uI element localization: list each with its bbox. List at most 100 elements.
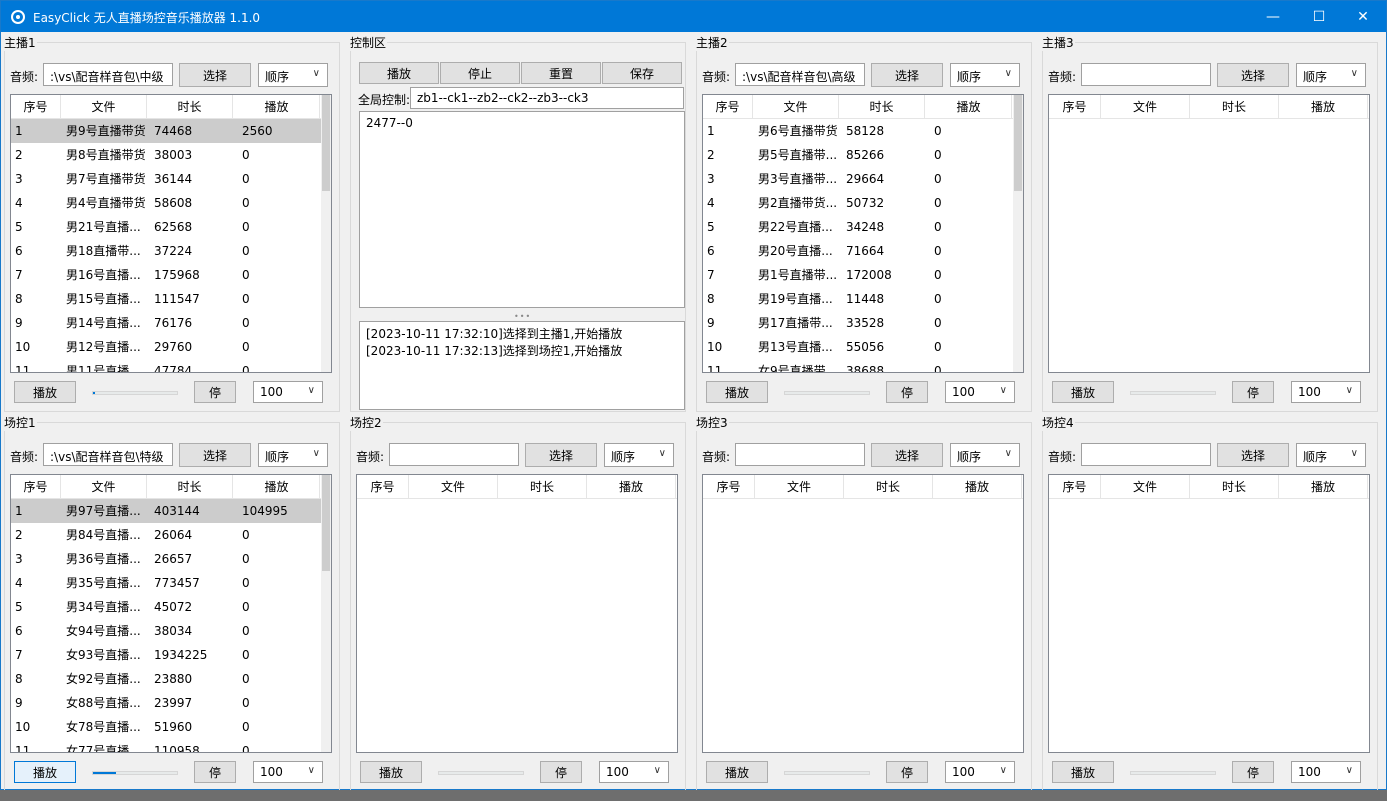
select-button[interactable]: 选择: [1217, 63, 1289, 87]
progress-slider[interactable]: [1130, 771, 1216, 775]
table-row[interactable]: 3 男3号直播带... 29664 0: [703, 167, 1013, 191]
audio-path-field[interactable]: [1081, 63, 1211, 86]
progress-slider[interactable]: [92, 771, 178, 775]
volume-dropdown[interactable]: 100 ∨: [253, 381, 323, 403]
header-play[interactable]: 播放: [933, 475, 1022, 499]
close-button[interactable]: ✕: [1340, 1, 1386, 32]
header-index[interactable]: 序号: [703, 95, 753, 119]
header-duration[interactable]: 时长: [1190, 95, 1279, 119]
order-dropdown[interactable]: 顺序 ∨: [604, 443, 674, 467]
table-row[interactable]: 11 女9号直播带... 38688 0: [703, 359, 1013, 372]
scrollbar-thumb[interactable]: [322, 475, 330, 571]
log-textarea[interactable]: [2023-10-11 17:32:10]选择到主播1,开始播放 [2023-10…: [359, 321, 685, 410]
table-row[interactable]: 1 男97号直播... 403144 104995: [11, 499, 321, 523]
play-button[interactable]: 播放: [14, 761, 76, 783]
select-button[interactable]: 选择: [1217, 443, 1289, 467]
volume-dropdown[interactable]: 100 ∨: [945, 761, 1015, 783]
table-row[interactable]: 7 女93号直播... 1934225 0: [11, 643, 321, 667]
table-row[interactable]: 8 女92号直播... 23880 0: [11, 667, 321, 691]
volume-dropdown[interactable]: 100 ∨: [1291, 381, 1361, 403]
table-row[interactable]: 11 女77号直播... 110958 0: [11, 739, 321, 752]
table-row[interactable]: 7 男16号直播... 175968 0: [11, 263, 321, 287]
scrollbar-thumb[interactable]: [322, 95, 330, 191]
header-duration[interactable]: 时长: [839, 95, 925, 119]
header-play[interactable]: 播放: [1279, 475, 1368, 499]
header-file[interactable]: 文件: [61, 95, 147, 119]
play-button[interactable]: 播放: [1052, 381, 1114, 403]
table-row[interactable]: 2 男5号直播带... 85266 0: [703, 143, 1013, 167]
play-button[interactable]: 播放: [1052, 761, 1114, 783]
table-row[interactable]: 3 男36号直播... 26657 0: [11, 547, 321, 571]
header-duration[interactable]: 时长: [147, 95, 233, 119]
table-row[interactable]: 1 男6号直播带货 58128 0: [703, 119, 1013, 143]
table-row[interactable]: 6 男20号直播... 71664 0: [703, 239, 1013, 263]
audio-path-field[interactable]: [389, 443, 519, 466]
table-row[interactable]: 5 男22号直播... 34248 0: [703, 215, 1013, 239]
table-row[interactable]: 11 男11号直播... 47784 0: [11, 359, 321, 372]
table-row[interactable]: 4 男35号直播... 773457 0: [11, 571, 321, 595]
stop-button[interactable]: 停: [1232, 761, 1274, 783]
select-button[interactable]: 选择: [179, 443, 251, 467]
file-list[interactable]: 序号 文件 时长 播放: [702, 474, 1024, 753]
progress-slider[interactable]: [438, 771, 524, 775]
minimize-button[interactable]: —: [1250, 1, 1296, 32]
volume-dropdown[interactable]: 100 ∨: [599, 761, 669, 783]
table-row[interactable]: 8 男19号直播... 11448 0: [703, 287, 1013, 311]
stop-button[interactable]: 停: [886, 381, 928, 403]
file-list[interactable]: 序号 文件 时长 播放 1 男9号直播带货 74468 2560 2 男8号直播带货 38003 0 3…: [10, 94, 332, 373]
header-play[interactable]: 播放: [587, 475, 676, 499]
audio-path-field[interactable]: :\vs\配音样音包\特级: [43, 443, 173, 466]
header-duration[interactable]: 时长: [1190, 475, 1279, 499]
audio-path-field[interactable]: [1081, 443, 1211, 466]
control-play-button[interactable]: 播放: [359, 62, 439, 84]
select-button[interactable]: 选择: [871, 63, 943, 87]
table-row[interactable]: 9 男17直播带... 33528 0: [703, 311, 1013, 335]
control-stop-button[interactable]: 停止: [440, 62, 520, 84]
header-file[interactable]: 文件: [753, 95, 839, 119]
table-row[interactable]: 6 女94号直播... 38034 0: [11, 619, 321, 643]
stop-button[interactable]: 停: [194, 381, 236, 403]
table-row[interactable]: 1 男9号直播带货 74468 2560: [11, 119, 321, 143]
volume-dropdown[interactable]: 100 ∨: [945, 381, 1015, 403]
select-button[interactable]: 选择: [525, 443, 597, 467]
header-index[interactable]: 序号: [11, 475, 61, 499]
vertical-scrollbar[interactable]: [321, 95, 331, 372]
table-row[interactable]: 4 男2直播带货... 50732 0: [703, 191, 1013, 215]
order-dropdown[interactable]: 顺序 ∨: [1296, 443, 1366, 467]
progress-slider[interactable]: [92, 391, 178, 395]
order-dropdown[interactable]: 顺序 ∨: [1296, 63, 1366, 87]
audio-path-field[interactable]: :\vs\配音样音包\中级: [43, 63, 173, 86]
stop-button[interactable]: 停: [886, 761, 928, 783]
table-row[interactable]: 10 女78号直播... 51960 0: [11, 715, 321, 739]
header-duration[interactable]: 时长: [147, 475, 233, 499]
volume-dropdown[interactable]: 100 ∨: [1291, 761, 1361, 783]
table-row[interactable]: 10 男12号直播... 29760 0: [11, 335, 321, 359]
table-row[interactable]: 6 男18直播带... 37224 0: [11, 239, 321, 263]
table-row[interactable]: 10 男13号直播... 55056 0: [703, 335, 1013, 359]
order-dropdown[interactable]: 顺序 ∨: [950, 63, 1020, 87]
header-play[interactable]: 播放: [234, 475, 320, 499]
table-row[interactable]: 8 男15号直播... 111547 0: [11, 287, 321, 311]
splitter-grip-icon[interactable]: •••: [514, 312, 531, 321]
table-row[interactable]: 5 男34号直播... 45072 0: [11, 595, 321, 619]
table-row[interactable]: 9 女88号直播... 23997 0: [11, 691, 321, 715]
maximize-button[interactable]: ☐: [1296, 1, 1342, 32]
file-list[interactable]: 序号 文件 时长 播放: [1048, 474, 1370, 753]
header-file[interactable]: 文件: [755, 475, 844, 499]
table-row[interactable]: 2 男8号直播带货 38003 0: [11, 143, 321, 167]
header-duration[interactable]: 时长: [844, 475, 933, 499]
file-list[interactable]: 序号 文件 时长 播放: [356, 474, 678, 753]
play-button[interactable]: 播放: [360, 761, 422, 783]
order-dropdown[interactable]: 顺序 ∨: [258, 443, 328, 467]
table-row[interactable]: 9 男14号直播... 76176 0: [11, 311, 321, 335]
table-row[interactable]: 2 男84号直播... 26064 0: [11, 523, 321, 547]
header-file[interactable]: 文件: [409, 475, 498, 499]
audio-path-field[interactable]: :\vs\配音样音包\高级: [735, 63, 865, 86]
progress-slider[interactable]: [1130, 391, 1216, 395]
header-play[interactable]: 播放: [926, 95, 1012, 119]
header-duration[interactable]: 时长: [498, 475, 587, 499]
progress-slider[interactable]: [784, 391, 870, 395]
vertical-scrollbar[interactable]: [321, 475, 331, 752]
header-play[interactable]: 播放: [1279, 95, 1368, 119]
header-index[interactable]: 序号: [1049, 95, 1101, 119]
